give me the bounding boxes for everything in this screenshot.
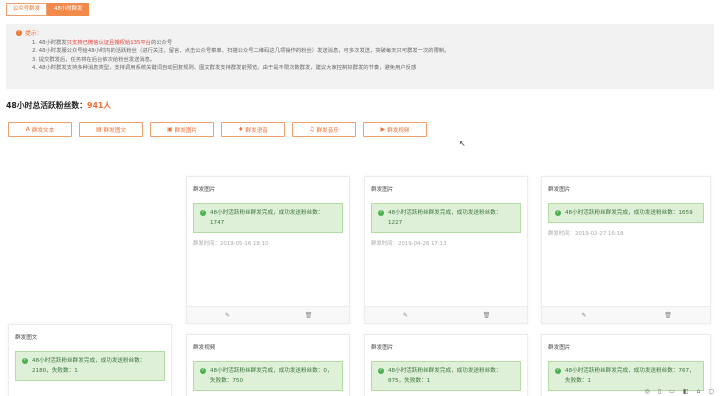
success-message: ✓ 48小时活跃粉丝群发完成，成功发送粉丝数：1747: [193, 203, 343, 233]
image-icon: ▣: [166, 126, 173, 133]
success-message: ✓ 48小时活跃粉丝群发完成，成功发送粉丝数：875，失败数：1: [371, 361, 521, 391]
active-fans-summary: 48小时总活跃粉丝数：941人: [6, 100, 111, 111]
text-icon: A: [25, 126, 30, 133]
tab-bar: 公众号群发 48小时群发: [6, 3, 90, 16]
tip-item: 3. 提交群发后，任务将在后台依次给粉丝发送消息。: [32, 56, 156, 63]
article-icon: ▤: [95, 126, 102, 133]
message-text: 48小时活跃粉丝群发完成，成功发送粉丝数：2180，失败数：1: [32, 358, 146, 374]
fans-count: 941人: [87, 101, 112, 110]
history-card: 群发图片 ✓ 48小时活跃粉丝群发完成，成功发送粉丝数：1747 群发时间：201…: [186, 176, 350, 324]
success-message: ✓ 48小时活跃粉丝群发完成，成功发送粉丝数：767，失败数：1: [548, 361, 704, 391]
message-text: 48小时活跃粉丝群发完成，成功发送粉丝数：1659: [565, 210, 693, 216]
message-text: 48小时活跃粉丝群发完成，成功发送粉丝数：1747: [210, 210, 324, 226]
tips-title: 提示：: [25, 31, 43, 37]
microphone-icon: ♦: [238, 126, 244, 133]
check-icon: ✓: [555, 210, 561, 216]
button-label: 群发音乐: [316, 127, 339, 134]
tips-header: ! 提示：: [16, 28, 704, 37]
check-icon: ✓: [22, 358, 28, 364]
check-icon: ✓: [378, 210, 384, 216]
message-text: 48小时活跃粉丝群发完成，成功发送粉丝数：767，失败数：1: [565, 368, 695, 384]
send-image-button[interactable]: ▣ 群发图片: [150, 122, 214, 137]
send-actions: A 群发文本 ▤ 群发图文 ▣ 群发图片 ♦ 群发语音 ♫ 群发音乐 ▶ 群发视频: [8, 122, 434, 137]
history-card: 群发图片 ✓ 48小时活跃粉丝群发完成，成功发送粉丝数：875，失败数：1: [364, 334, 528, 396]
trash-icon[interactable]: 🗑: [446, 307, 527, 323]
trash-icon[interactable]: 🗑: [268, 307, 349, 323]
tips-panel: ! 提示： 1. 48小时群发只支持已微信认证且授权给135平台的公众号 2. …: [6, 24, 714, 89]
button-label: 群发图文: [103, 127, 127, 134]
record-icon[interactable]: ◎: [645, 388, 650, 395]
success-message: ✓ 48小时活跃粉丝群发完成，成功发送粉丝数：1659: [548, 203, 704, 223]
card-title: 群发图片: [193, 187, 216, 193]
send-voice-button[interactable]: ♦ 群发语音: [221, 122, 285, 137]
tip-text: 的公众号: [150, 40, 173, 46]
tip-item: 1. 48小时群发只支持已微信认证且授权给135平台的公众号: [32, 39, 704, 47]
home-icon[interactable]: ⌂: [697, 388, 701, 395]
card-title: 群发图文: [15, 335, 38, 341]
send-music-button[interactable]: ♫ 群发音乐: [292, 122, 356, 137]
send-time: 群发时间：2019-05-16 18:10: [193, 241, 269, 247]
split-icon[interactable]: ◧: [683, 388, 689, 395]
tip-text: 1. 48小时群发: [32, 40, 67, 46]
trash-icon[interactable]: 🗑: [626, 307, 710, 323]
send-text-button[interactable]: A 群发文本: [8, 122, 72, 137]
tab-mass-send[interactable]: 公众号群发: [6, 3, 47, 16]
card-title: 群发视频: [193, 345, 216, 351]
fullscreen-icon[interactable]: ▢: [708, 388, 714, 395]
button-label: 群发语音: [245, 127, 268, 134]
button-label: 群发视频: [387, 127, 410, 134]
send-time: 群发时间：2019-02-27 16:18: [548, 231, 624, 237]
window-icon[interactable]: ▭: [669, 388, 675, 395]
send-video-button[interactable]: ▶ 群发视频: [363, 122, 427, 137]
video-icon: ▶: [380, 126, 386, 133]
success-message: ✓ 48小时活跃粉丝群发完成，成功发送粉丝数：2180，失败数：1: [15, 351, 165, 381]
edit-icon[interactable]: ✎: [365, 307, 446, 323]
history-card: 群发图片 ✓ 48小时活跃粉丝群发完成，成功发送粉丝数：767，失败数：1: [541, 334, 711, 396]
button-label: 群发文本: [31, 127, 55, 134]
message-text: 48小时活跃粉丝群发完成，成功发送粉丝数：1227: [388, 210, 502, 226]
tip-item: 4. 48小时群发支持多种消息类型，支持调用系统关键词自动回复规则、图文群发支持…: [32, 64, 417, 71]
copy-icon[interactable]: ▯: [658, 388, 661, 395]
card-title: 群发图片: [548, 345, 571, 351]
check-icon: ✓: [200, 368, 206, 374]
tip-item: 2. 48小时发服公众号给48小时内的活跃粉丝（进行关注、留言、点击公众号菜单、…: [32, 48, 450, 55]
button-label: 群发图片: [174, 127, 198, 134]
edit-icon[interactable]: ✎: [542, 307, 626, 323]
tab-48h-send[interactable]: 48小时群发: [46, 3, 90, 16]
warning-icon: !: [16, 29, 22, 36]
bottom-toolbar: ◎ ▯ ▭ ◧ ⌂ ▢: [637, 388, 714, 395]
card-footer: ✎ 🗑: [542, 306, 710, 323]
history-card: 群发图片 ✓ 48小时活跃粉丝群发完成，成功发送粉丝数：1227 群发时间：201…: [364, 176, 528, 324]
success-message: ✓ 48小时活跃粉丝群发完成，成功发送粉丝数：1227: [371, 203, 521, 233]
card-footer: ✎ 🗑: [187, 306, 349, 323]
message-text: 48小时活跃粉丝群发完成，成功发送粉丝数：875，失败数：1: [388, 368, 502, 384]
mouse-cursor-icon: ↖: [459, 139, 466, 148]
check-icon: ✓: [378, 368, 384, 374]
card-title: 群发图片: [548, 187, 571, 193]
edit-icon[interactable]: ✎: [187, 307, 268, 323]
send-time: 群发时间：2019-04-28 17:13: [371, 241, 447, 247]
check-icon: ✓: [555, 368, 561, 374]
check-icon: ✓: [200, 210, 206, 216]
fans-label: 48小时总活跃粉丝数：: [6, 101, 88, 110]
tip-highlight: 只支持已微信认证且授权给135平台: [66, 40, 151, 46]
card-title: 群发图片: [371, 345, 394, 351]
message-text: 48小时活跃粉丝群发完成，成功发送粉丝数：0，失败数：750: [210, 368, 333, 384]
history-card: 群发视频 ✓ 48小时活跃粉丝群发完成，成功发送粉丝数：0，失败数：750: [186, 334, 350, 396]
card-title: 群发图片: [371, 187, 394, 193]
card-footer: ✎ 🗑: [365, 306, 527, 323]
send-article-button[interactable]: ▤ 群发图文: [79, 122, 143, 137]
music-icon: ♫: [309, 126, 315, 133]
history-card: 群发图文 ✓ 48小时活跃粉丝群发完成，成功发送粉丝数：2180，失败数：1: [8, 324, 172, 396]
history-card: 群发图片 ✓ 48小时活跃粉丝群发完成，成功发送粉丝数：1659 群发时间：201…: [541, 176, 711, 324]
success-message: ✓ 48小时活跃粉丝群发完成，成功发送粉丝数：0，失败数：750: [193, 361, 343, 391]
tips-list: 1. 48小时群发只支持已微信认证且授权给135平台的公众号 2. 48小时发服…: [16, 39, 704, 72]
